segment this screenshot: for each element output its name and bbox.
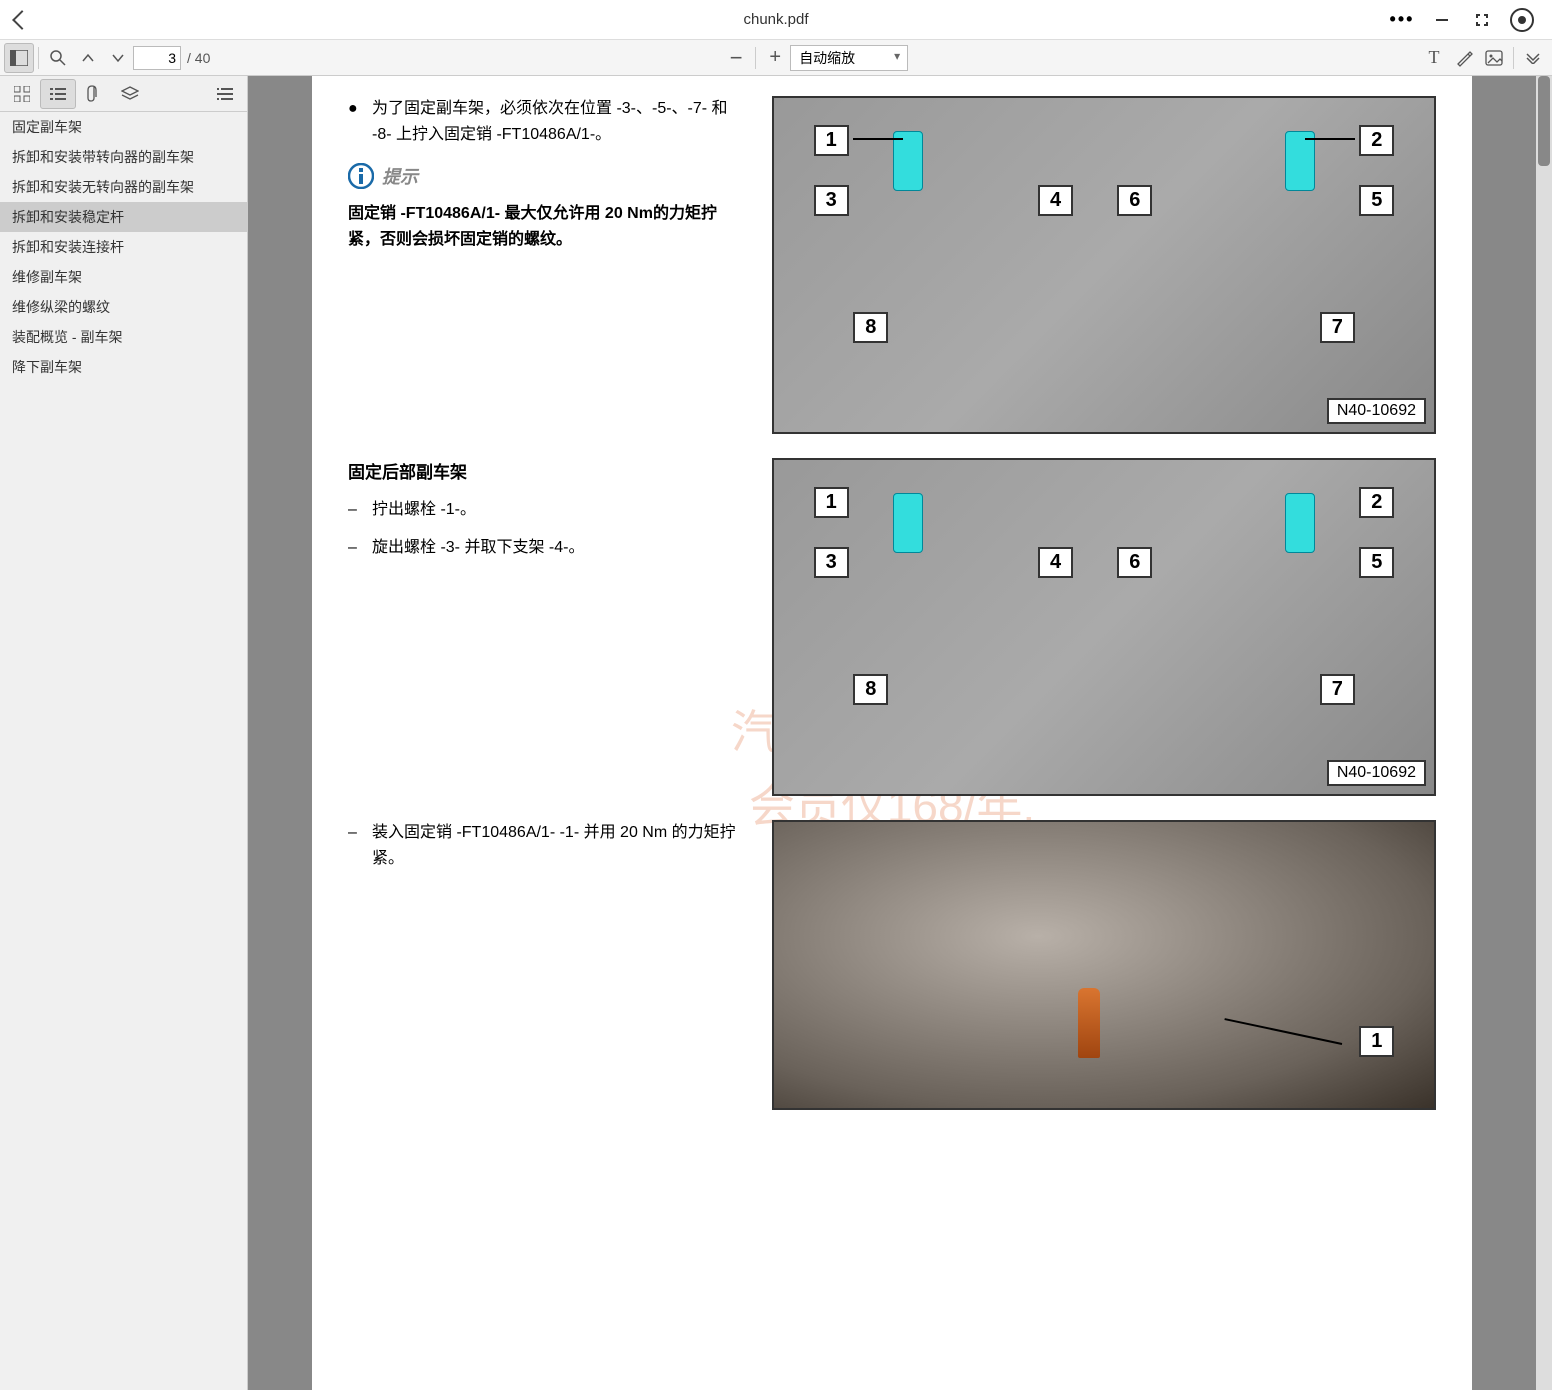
thumbnails-button[interactable] <box>4 79 40 109</box>
titlebar: chunk.pdf ••• <box>0 0 1552 40</box>
sidebar-toggle-button[interactable] <box>4 43 34 73</box>
outline-item[interactable]: 维修纵梁的螺纹 <box>0 292 247 322</box>
outline-item[interactable]: 拆卸和安装连接杆 <box>0 232 247 262</box>
zoom-in-button[interactable]: + <box>760 43 790 73</box>
outline-item[interactable]: 拆卸和安装稳定杆 <box>0 202 247 232</box>
image-tool-button[interactable] <box>1479 43 1509 73</box>
vertical-scrollbar[interactable] <box>1536 76 1552 1390</box>
back-button[interactable] <box>0 0 44 40</box>
outline-item[interactable]: 拆卸和安装无转向器的副车架 <box>0 172 247 202</box>
section-heading: 固定后部副车架 <box>348 458 748 483</box>
next-page-button[interactable] <box>103 43 133 73</box>
diagram-id: N40-10692 <box>1327 398 1426 424</box>
technical-photo: 1 <box>772 820 1436 1110</box>
step-text: 拧出螺栓 -1-。 <box>372 497 476 523</box>
outline-item[interactable]: 装配概览 - 副车架 <box>0 322 247 352</box>
search-button[interactable] <box>43 43 73 73</box>
body-text: 为了固定副车架，必须依次在位置 -3-、-5-、-7- 和 -8- 上拧入固定销… <box>372 96 748 147</box>
diagram-id: N40-10692 <box>1327 760 1426 786</box>
window-title: chunk.pdf <box>743 11 808 28</box>
technical-diagram: 1 2 3 4 6 5 8 7 N40-10692 <box>772 96 1436 434</box>
hint-label: 提示 <box>382 163 418 189</box>
page-total-label: / 40 <box>187 50 210 66</box>
maximize-button[interactable] <box>1468 6 1496 34</box>
attachments-button[interactable] <box>76 79 112 109</box>
outline-item[interactable]: 降下副车架 <box>0 352 247 382</box>
outline-item[interactable]: 维修副车架 <box>0 262 247 292</box>
minimize-button[interactable] <box>1428 6 1456 34</box>
zoom-out-button[interactable]: − <box>721 43 751 73</box>
zoom-select[interactable]: 自动缩放 <box>790 45 908 71</box>
scrollbar-thumb[interactable] <box>1538 76 1550 166</box>
step-text: 旋出螺栓 -3- 并取下支架 -4-。 <box>372 535 584 561</box>
page-number-input[interactable] <box>133 46 181 70</box>
step-text: 装入固定销 -FT10486A/1- -1- 并用 20 Nm 的力矩拧紧。 <box>372 820 748 871</box>
target-button[interactable] <box>1508 6 1536 34</box>
outline-item[interactable]: 拆卸和安装带转向器的副车架 <box>0 142 247 172</box>
text-tool-button[interactable]: T <box>1419 43 1449 73</box>
pdf-page: 汽修帮手在线资 会员仅168/年, ● 为了固定副车架，必须依次在位置 -3-、… <box>312 76 1472 1390</box>
toolbar: / 40 − + 自动缩放 T <box>0 40 1552 76</box>
outline-item[interactable]: 固定副车架 <box>0 112 247 142</box>
draw-tool-button[interactable] <box>1449 43 1479 73</box>
tools-menu-button[interactable] <box>1518 43 1548 73</box>
prev-page-button[interactable] <box>73 43 103 73</box>
bullet-icon: ● <box>348 96 372 147</box>
info-icon <box>348 163 374 189</box>
more-button[interactable]: ••• <box>1388 6 1416 34</box>
layers-button[interactable] <box>112 79 148 109</box>
sidebar: 固定副车架 拆卸和安装带转向器的副车架 拆卸和安装无转向器的副车架 拆卸和安装稳… <box>0 76 248 1390</box>
technical-diagram: 1 2 3 4 6 5 8 7 N40-10692 <box>772 458 1436 796</box>
pdf-viewer[interactable]: 汽修帮手在线资 会员仅168/年, ● 为了固定副车架，必须依次在位置 -3-、… <box>248 76 1536 1390</box>
outline-settings-button[interactable] <box>207 79 243 109</box>
outline-list: 固定副车架 拆卸和安装带转向器的副车架 拆卸和安装无转向器的副车架 拆卸和安装稳… <box>0 112 247 382</box>
warning-text: 固定销 -FT10486A/1- 最大仅允许用 20 Nm的力矩拧紧，否则会损坏… <box>348 201 748 252</box>
outline-button[interactable] <box>40 79 76 109</box>
